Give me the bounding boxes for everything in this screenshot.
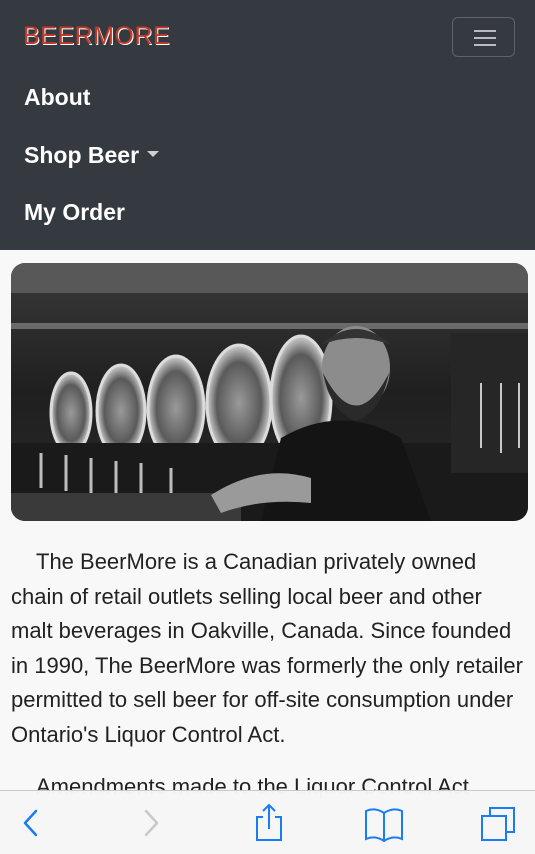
tabs-icon <box>481 807 515 841</box>
nav-item-label: Shop Beer <box>24 142 140 168</box>
browser-toolbar <box>0 790 535 854</box>
nav-item-about[interactable]: About <box>24 84 90 111</box>
back-button[interactable] <box>10 801 54 845</box>
nav-item-label: About <box>24 84 91 110</box>
share-icon <box>256 803 282 841</box>
nav-item-shop-beer[interactable]: Shop Beer <box>24 142 160 169</box>
brand-logo[interactable]: BEERMORE <box>23 22 170 51</box>
bookmarks-button[interactable] <box>362 801 406 845</box>
about-paragraph: The BeerMore is a Canadian privately own… <box>11 549 523 747</box>
forward-icon <box>144 809 159 837</box>
share-button[interactable] <box>247 801 291 845</box>
hamburger-icon-bar <box>474 44 496 46</box>
menu-toggle-button[interactable] <box>452 17 515 57</box>
hamburger-icon <box>474 30 496 32</box>
back-icon <box>23 809 38 837</box>
forward-button[interactable] <box>130 801 174 845</box>
dropdown-caret-icon <box>147 150 160 157</box>
nav-item-label: My Order <box>24 199 125 225</box>
hero-image <box>11 263 528 521</box>
bookmarks-icon <box>365 808 403 843</box>
navbar: BEERMORE About Shop Beer My Order <box>0 0 535 250</box>
bartender-photo <box>11 263 528 521</box>
hamburger-icon-bar <box>474 37 496 39</box>
tabs-button[interactable] <box>476 801 520 845</box>
nav-item-my-order[interactable]: My Order <box>24 199 125 226</box>
